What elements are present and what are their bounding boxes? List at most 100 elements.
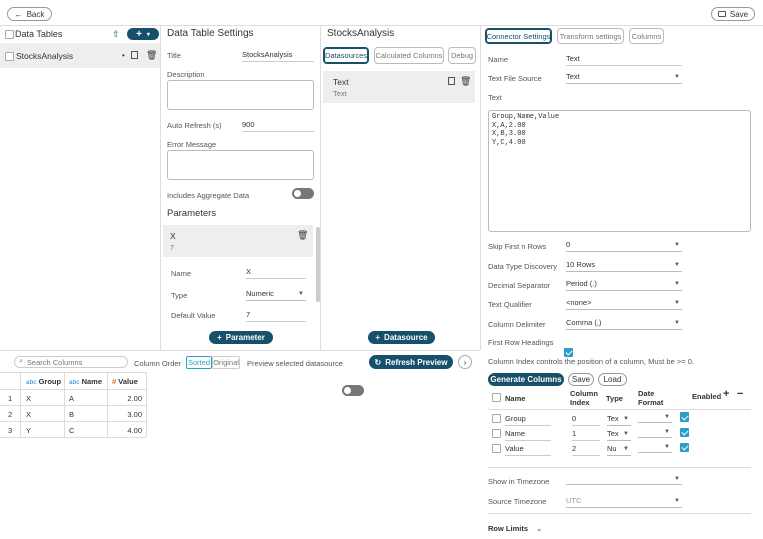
left-divider xyxy=(160,25,161,350)
tab-calculated-columns[interactable]: Calculated Columns xyxy=(374,47,444,64)
columns-load-button[interactable]: Load xyxy=(598,373,627,386)
discovery-select[interactable]: 10 Rows ▼ xyxy=(566,260,682,272)
qualifier-select[interactable]: <none> ▼ xyxy=(566,298,682,310)
original-toggle[interactable]: Original xyxy=(212,356,240,369)
headings-checkbox[interactable] xyxy=(564,348,573,357)
columns-save-button[interactable]: Save xyxy=(568,373,594,386)
datasource-item[interactable]: Text Text 🗑 xyxy=(323,71,475,103)
name-input[interactable]: Text xyxy=(566,54,682,66)
tab-columns[interactable]: Columns xyxy=(629,28,664,44)
text-type-icon: abc xyxy=(26,379,37,386)
chevron-right-icon[interactable]: › xyxy=(458,355,472,369)
param-default-input[interactable]: 7 xyxy=(246,310,306,322)
chevron-down-icon: ⌄ xyxy=(536,524,543,533)
column-enabled-checkbox[interactable] xyxy=(680,428,689,437)
copy-icon[interactable] xyxy=(131,51,138,59)
qualifier-value: <none> xyxy=(566,298,592,307)
timezone-select[interactable]: ▼ xyxy=(566,476,682,485)
row-limits-toggle[interactable]: Row Limits ⌄ xyxy=(488,524,542,533)
refresh-preview-button[interactable]: ↻ Refresh Preview xyxy=(369,355,453,369)
generate-columns-button[interactable]: Generate Columns xyxy=(488,373,564,386)
text-content-area[interactable]: Group,Name,Value X,A,2.00 X,B,3.00 Y,C,4… xyxy=(488,110,751,232)
column-enabled-checkbox[interactable] xyxy=(680,413,689,422)
item-checkbox[interactable] xyxy=(5,52,14,61)
columns-select-all-checkbox[interactable] xyxy=(492,393,501,402)
decimal-select[interactable]: Period (.) ▼ xyxy=(566,279,682,291)
column-type-select[interactable]: Tex ▼ xyxy=(607,429,631,441)
tab-datasources[interactable]: Datasources xyxy=(323,47,369,64)
trash-icon[interactable]: 🗑 xyxy=(146,50,157,61)
upload-icon[interactable]: ⇧ xyxy=(112,29,120,40)
aggregate-label: Includes Aggregate Data xyxy=(167,191,250,200)
auto-refresh-input[interactable]: 900 xyxy=(242,120,314,132)
columns-header-divider xyxy=(488,409,751,410)
column-index-input[interactable]: 2 xyxy=(572,444,600,456)
column-name-input[interactable]: Name xyxy=(505,429,551,441)
column-name-input[interactable]: Value xyxy=(505,444,551,456)
param-name-input[interactable]: X xyxy=(246,267,306,279)
add-data-table-button[interactable]: + ▾ xyxy=(127,28,159,40)
col-header-index: Column Index xyxy=(570,389,598,407)
trash-icon[interactable]: 🗑 xyxy=(460,76,471,87)
row-checkbox[interactable] xyxy=(492,414,501,423)
add-datasource-button[interactable]: + Datasource xyxy=(368,331,435,344)
param-type-select[interactable]: Numeric ▼ xyxy=(246,289,306,301)
description-label: Description xyxy=(167,70,205,79)
col-header-date: Date Format xyxy=(638,389,664,407)
sorted-toggle[interactable]: Sorted xyxy=(186,356,212,369)
caret-down-icon: ▼ xyxy=(674,261,680,268)
column-row[interactable]: Name 1 Tex ▼ ▼ xyxy=(488,427,751,441)
trash-icon[interactable]: 🗑 xyxy=(297,230,308,241)
column-index-input[interactable]: 1 xyxy=(572,429,600,441)
tab-debug[interactable]: Debug xyxy=(448,47,476,64)
param-type-value: Numeric xyxy=(246,289,274,298)
column-name-input[interactable]: Group xyxy=(505,414,551,426)
tab-transform-settings[interactable]: Transform settings xyxy=(557,28,624,44)
skip-select[interactable]: 0 ▼ xyxy=(566,240,682,252)
select-all-checkbox[interactable] xyxy=(5,30,14,39)
add-parameter-button[interactable]: + Parameter xyxy=(209,331,273,344)
description-textarea[interactable] xyxy=(167,80,314,110)
text-type-icon: abc xyxy=(69,379,80,386)
grid-header-name[interactable]: abc Name xyxy=(69,377,102,386)
column-type-select[interactable]: Nu ▼ xyxy=(607,444,631,456)
error-message-textarea[interactable] xyxy=(167,150,314,180)
grid-cell: X xyxy=(26,394,32,403)
search-columns-input[interactable] xyxy=(26,357,122,367)
save-button[interactable]: Save xyxy=(711,7,755,21)
column-date-select[interactable]: ▼ xyxy=(638,444,672,453)
column-row[interactable]: Group 0 Tex ▼ ▼ xyxy=(488,412,751,426)
column-date-select[interactable]: ▼ xyxy=(638,414,672,423)
caret-down-icon: ▼ xyxy=(674,280,680,287)
data-table-item[interactable]: StocksAnalysis • 🗑 xyxy=(0,43,160,68)
grid-header-group[interactable]: abc Group xyxy=(26,377,61,386)
tab-connector-settings[interactable]: Connector Settings xyxy=(485,28,552,44)
refresh-icon: ↻ xyxy=(374,357,382,367)
column-enabled-checkbox[interactable] xyxy=(680,443,689,452)
copy-icon[interactable] xyxy=(448,77,455,85)
grid-header-value[interactable]: # Value xyxy=(112,377,138,386)
param-type-label: Type xyxy=(171,291,188,300)
column-type-select[interactable]: Tex ▼ xyxy=(607,414,631,426)
grid-col-line xyxy=(64,372,65,437)
grid-header-label: Group xyxy=(38,377,62,386)
caret-down-icon: ▼ xyxy=(664,414,670,420)
delimiter-select[interactable]: Comma (,) ▼ xyxy=(566,318,682,330)
row-checkbox[interactable] xyxy=(492,429,501,438)
preview-selected-toggle[interactable] xyxy=(342,385,364,396)
row-checkbox[interactable] xyxy=(492,444,501,453)
column-index-input[interactable]: 0 xyxy=(572,414,600,426)
remove-column-icon[interactable]: − xyxy=(737,388,743,400)
refresh-preview-label: Refresh Preview xyxy=(385,357,448,367)
back-button[interactable]: ← Back xyxy=(7,7,52,21)
title-input[interactable]: StocksAnalysis xyxy=(242,50,314,62)
search-columns-field[interactable]: ⌕ xyxy=(14,356,128,368)
add-column-icon[interactable]: + xyxy=(723,388,729,400)
aggregate-toggle[interactable] xyxy=(292,188,314,199)
column-row[interactable]: Value 2 Nu ▼ ▼ xyxy=(488,442,751,456)
column-date-select[interactable]: ▼ xyxy=(638,429,672,438)
parameter-item[interactable]: X 7 🗑 xyxy=(163,225,313,257)
delimiter-value: Comma (,) xyxy=(566,318,602,327)
source-select[interactable]: Text ▼ xyxy=(566,72,682,84)
source-timezone-select[interactable]: UTC ▼ xyxy=(566,496,682,508)
